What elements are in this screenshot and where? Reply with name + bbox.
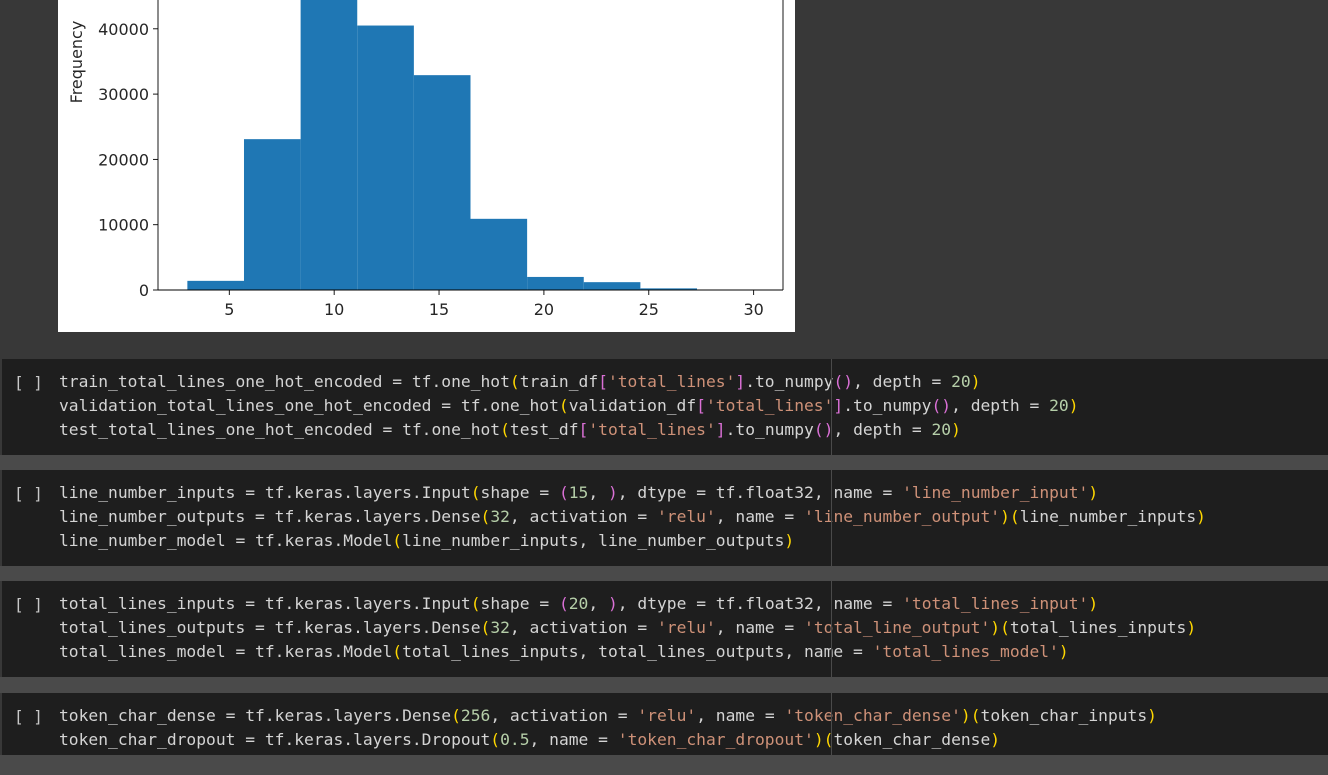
run-cell-button[interactable]: [ ] (14, 371, 43, 395)
code-line: line_number_inputs = tf.keras.layers.Inp… (59, 483, 1099, 502)
histogram-bar (187, 280, 244, 290)
y-tick-label: 0 (139, 281, 149, 300)
code-line: total_lines_inputs = tf.keras.layers.Inp… (59, 594, 1099, 613)
y-tick-label: 20000 (98, 150, 149, 169)
code-line: token_char_dense = tf.keras.layers.Dense… (59, 706, 1157, 725)
histogram-bar (243, 139, 301, 290)
y-tick-label: 10000 (98, 216, 149, 235)
code-line: token_char_dropout = tf.keras.layers.Dro… (59, 730, 1001, 749)
y-tick-label: 40000 (98, 20, 149, 39)
code-line: line_number_outputs = tf.keras.layers.De… (59, 507, 1206, 526)
x-tick-label: 5 (224, 300, 234, 319)
run-cell-button[interactable]: [ ] (14, 593, 43, 617)
ruler-guide (831, 359, 832, 455)
code-cell[interactable]: [ ] total_lines_inputs = tf.keras.layers.… (2, 581, 1328, 677)
code-cell[interactable]: [ ] token_char_dense = tf.keras.layers.De… (2, 693, 1328, 755)
histogram-bar (583, 282, 641, 290)
y-tick-label: 30000 (98, 85, 149, 104)
code-line: validation_total_lines_one_hot_encoded =… (59, 396, 1079, 415)
histogram-chart: 5 10 15 20 25 30 0 10000 20000 30000 40000 Frequenc… (67, 0, 784, 319)
code-editor[interactable]: token_char_dense = tf.keras.layers.Dense… (59, 704, 1157, 752)
histogram-bar (413, 75, 471, 291)
cell-separator (0, 677, 1328, 693)
run-cell-button[interactable]: [ ] (14, 482, 43, 506)
code-line: test_total_lines_one_hot_encoded = tf.on… (59, 420, 961, 439)
code-cell[interactable]: [ ] train_total_lines_one_hot_encoded = t… (2, 359, 1328, 455)
x-tick-label: 25 (639, 300, 659, 319)
histogram-bar (300, 0, 358, 291)
run-cell-button[interactable]: [ ] (14, 705, 43, 729)
code-line: total_lines_outputs = tf.keras.layers.De… (59, 618, 1197, 637)
ruler-guide (831, 470, 832, 566)
code-line: line_number_model = tf.keras.Model(line_… (59, 531, 795, 550)
histogram-bar (470, 218, 528, 290)
code-line: train_total_lines_one_hot_encoded = tf.o… (59, 372, 981, 391)
cell-separator (0, 455, 1328, 470)
histogram-output: 5 10 15 20 25 30 0 10000 20000 30000 40000 Frequenc… (58, 0, 795, 332)
ruler-guide (831, 581, 832, 677)
code-editor[interactable]: train_total_lines_one_hot_encoded = tf.o… (59, 370, 1079, 442)
y-axis-label: Frequency (67, 21, 86, 104)
ruler-guide (831, 693, 832, 755)
code-line: total_lines_model = tf.keras.Model(total… (59, 642, 1069, 661)
cell-separator (0, 755, 1328, 775)
code-editor[interactable]: line_number_inputs = tf.keras.layers.Inp… (59, 481, 1206, 553)
x-tick-label: 10 (324, 300, 344, 319)
histogram-bar (527, 276, 584, 290)
cell-separator (0, 566, 1328, 581)
code-editor[interactable]: total_lines_inputs = tf.keras.layers.Inp… (59, 592, 1196, 664)
code-cell[interactable]: [ ] line_number_inputs = tf.keras.layers.… (2, 470, 1328, 566)
x-tick-label: 20 (534, 300, 554, 319)
x-tick-label: 30 (743, 300, 763, 319)
x-tick-label: 15 (429, 300, 449, 319)
histogram-bar (357, 25, 414, 290)
